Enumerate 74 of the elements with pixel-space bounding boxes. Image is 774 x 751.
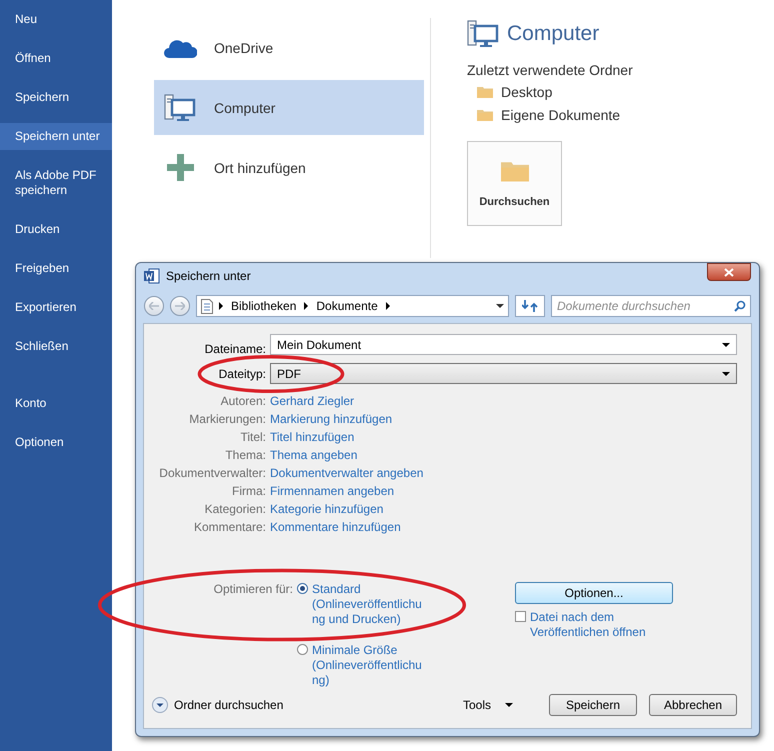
browse-folders-toggle[interactable]: Ordner durchsuchen (152, 697, 284, 713)
close-button[interactable] (707, 263, 751, 281)
place-item[interactable]: OneDrive (154, 20, 424, 75)
search-field[interactable]: Dokumente durchsuchen (551, 295, 751, 317)
arrow-right-icon (175, 302, 185, 310)
folder-icon (477, 86, 493, 98)
property-link[interactable]: Gerhard Ziegler (270, 394, 354, 408)
recent-heading: Zuletzt verwendete Ordner (467, 62, 633, 78)
property-link[interactable]: Markierung hinzufügen (270, 412, 392, 426)
property-label: Titel: (239, 430, 266, 444)
property-label: Firma: (231, 484, 266, 498)
computer-icon (467, 20, 499, 48)
plus-icon (166, 154, 194, 181)
property-label: Kategorien: (204, 502, 266, 516)
sidebar-item[interactable]: Konto (0, 390, 112, 417)
folder-icon (477, 109, 493, 121)
property-label: Autoren: (220, 394, 266, 408)
property-label: Kommentare: (192, 520, 266, 534)
tools-menu[interactable]: Tools (456, 697, 519, 713)
sidebar-item[interactable]: Optionen (0, 429, 112, 456)
refresh-button[interactable] (515, 295, 545, 317)
recent-folder[interactable]: Eigene Dokumente (501, 107, 620, 123)
checkbox-label[interactable]: Datei nach dem Veröffentlichen öffnen (530, 610, 670, 640)
radio-button[interactable] (297, 644, 308, 655)
chevron-icon (152, 697, 168, 713)
filetype-dropdown[interactable]: PDF (270, 363, 737, 384)
folder-icon (500, 160, 528, 182)
dialog-title: Speichern unter (166, 269, 252, 283)
computer-icon (164, 94, 196, 122)
forward-button[interactable] (170, 296, 190, 316)
property-label: Markierungen: (188, 412, 266, 426)
property-link[interactable]: Kategorie hinzufügen (270, 502, 384, 516)
optimize-label: Optimieren für: (212, 582, 294, 598)
property-link[interactable]: Dokumentverwalter angeben (270, 466, 424, 480)
sidebar-item[interactable]: Neu (0, 6, 112, 33)
search-icon (734, 300, 746, 312)
breadcrumb-item[interactable]: Bibliotheken (229, 299, 298, 313)
checkbox[interactable] (515, 611, 526, 622)
field-label: Dateityp: (218, 366, 266, 380)
radio-option[interactable]: Minimale Größe (Onlineveröffentlichung) (297, 643, 425, 688)
sidebar-item[interactable]: Freigeben (0, 255, 112, 282)
page-icon (201, 298, 213, 314)
property-label: Thema: (224, 448, 266, 462)
browse-button[interactable]: Durchsuchen (467, 141, 562, 226)
property-label: Dokumentverwalter: (158, 466, 266, 480)
back-button[interactable] (144, 296, 164, 316)
property-link[interactable]: Thema angeben (270, 448, 358, 462)
sidebar-item[interactable]: Als Adobe PDF speichern (0, 162, 112, 204)
property-link[interactable]: Firmennamen angeben (270, 484, 394, 498)
sidebar-item[interactable]: Öffnen (0, 45, 112, 72)
document-icon (144, 268, 160, 284)
close-icon (724, 268, 734, 276)
filename-field[interactable]: Mein Dokument (270, 334, 737, 355)
place-item[interactable]: Computer (154, 80, 424, 135)
arrow-left-icon (149, 302, 159, 310)
sidebar-item[interactable]: Speichern (0, 84, 112, 111)
dialog-button[interactable]: Abbrechen (649, 694, 737, 716)
place-item[interactable]: Ort hinzufügen (154, 140, 424, 195)
panel-title: Computer (507, 22, 600, 46)
sidebar-item[interactable]: Schließen (0, 333, 112, 360)
radio-option[interactable]: Standard (Onlineveröffentlichung und Drucken) (297, 582, 425, 627)
sidebar-item[interactable]: Drucken (0, 216, 112, 243)
breadcrumb-item[interactable]: Dokumente (314, 299, 380, 313)
options-button[interactable]: Optionen... (515, 582, 673, 604)
address-bar[interactable]: Bibliotheken Dokumente (196, 295, 509, 317)
property-link[interactable]: Titel hinzufügen (270, 430, 354, 444)
sidebar-item[interactable]: Speichern unter (0, 123, 112, 150)
refresh-icon (522, 299, 538, 313)
field-label: Dateiname: (204, 342, 266, 356)
recent-folder[interactable]: Desktop (501, 84, 552, 100)
radio-button[interactable] (297, 583, 308, 594)
sidebar-item[interactable]: Exportieren (0, 294, 112, 321)
dialog-button[interactable]: Speichern (549, 694, 637, 716)
property-link[interactable]: Kommentare hinzufügen (270, 520, 401, 534)
